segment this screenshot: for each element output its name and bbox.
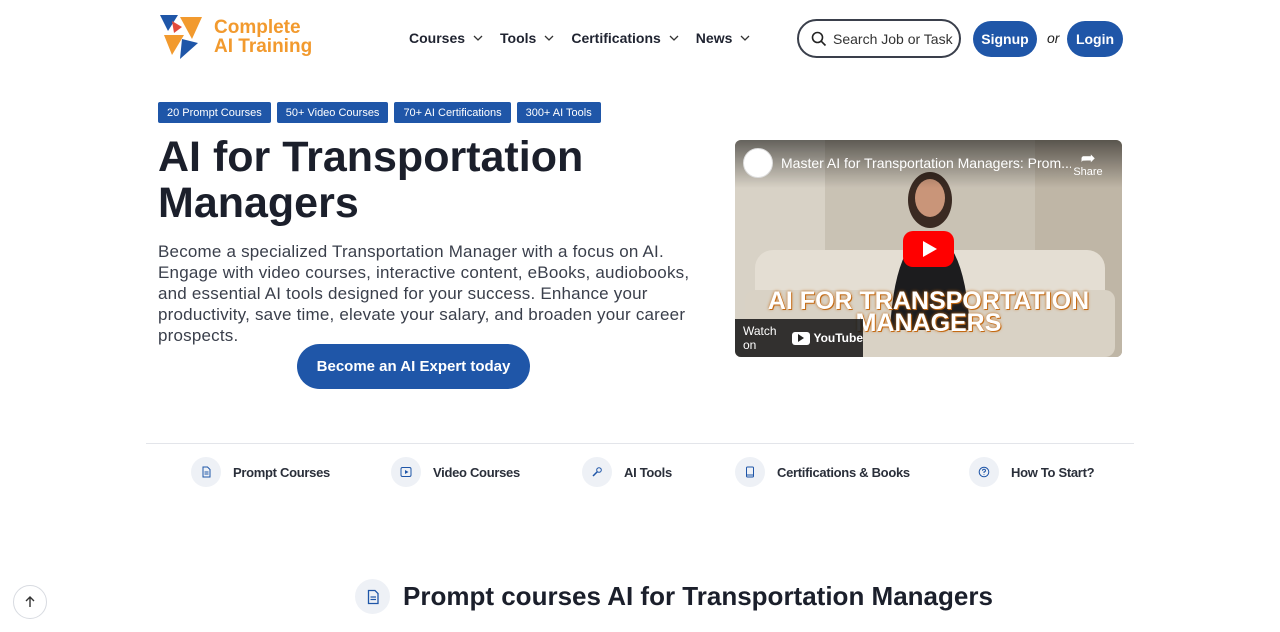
brand-logo[interactable]: Complete AI Training (158, 13, 312, 61)
tag-ai-tools[interactable]: 300+ AI Tools (516, 102, 601, 123)
share-icon: ➦ (1080, 148, 1096, 168)
play-icon (391, 457, 421, 487)
search-icon (811, 31, 827, 46)
nav-certifications-label: Certifications (571, 30, 661, 46)
search-input[interactable] (833, 30, 953, 47)
arrow-up-icon (25, 596, 35, 607)
main-nav: Courses Tools Certifications News (409, 30, 767, 46)
quick-link-how-to-start[interactable]: How To Start? (969, 457, 1095, 487)
tag-prompt-courses[interactable]: 20 Prompt Courses (158, 102, 271, 123)
quick-link-label: Certifications & Books (777, 464, 910, 480)
chevron-down-icon (473, 35, 483, 41)
quick-link-prompt-courses[interactable]: Prompt Courses (191, 457, 330, 487)
site-header: Complete AI Training Courses Tools Certi… (0, 0, 1280, 78)
watch-on-label: Watch on (743, 324, 777, 352)
quick-link-video-courses[interactable]: Video Courses (391, 457, 520, 487)
tag-video-courses[interactable]: 50+ Video Courses (276, 102, 389, 123)
feature-tags: 20 Prompt Courses 50+ Video Courses 70+ … (158, 102, 601, 123)
nav-courses[interactable]: Courses (409, 30, 483, 46)
signup-button[interactable]: Signup (973, 21, 1037, 57)
brand-line-1: Complete (214, 17, 301, 38)
nav-tools-label: Tools (500, 30, 537, 46)
chevron-down-icon (669, 35, 679, 41)
become-expert-button[interactable]: Become an AI Expert today (297, 344, 530, 389)
tag-certifications[interactable]: 70+ AI Certifications (394, 102, 511, 123)
section-title: Prompt courses AI for Transportation Man… (403, 581, 993, 611)
hero-description: Become a specialized Transportation Mana… (158, 242, 690, 345)
search-box[interactable] (797, 19, 961, 58)
quick-link-label: Prompt Courses (233, 464, 330, 480)
youtube-logo: YouTube (792, 331, 863, 345)
quick-link-ai-tools[interactable]: AI Tools (582, 457, 672, 487)
section-divider (146, 443, 1134, 444)
quick-link-label: AI Tools (624, 464, 672, 480)
watch-on-youtube[interactable]: Watch on YouTube (735, 319, 863, 357)
brand-name: Complete AI Training (214, 18, 312, 56)
nav-news[interactable]: News (696, 30, 751, 46)
channel-avatar[interactable] (743, 148, 773, 178)
nav-certifications[interactable]: Certifications (571, 30, 679, 46)
quick-link-label: Video Courses (433, 464, 520, 480)
quick-link-certifications-books[interactable]: Certifications & Books (735, 457, 910, 487)
video-player[interactable]: Master AI for Transportation Managers: P… (735, 140, 1122, 357)
help-icon (969, 457, 999, 487)
quick-link-label: How To Start? (1011, 464, 1095, 480)
youtube-icon (792, 331, 811, 345)
video-title[interactable]: Master AI for Transportation Managers: P… (781, 155, 1071, 171)
play-icon (923, 241, 937, 257)
document-icon (355, 579, 390, 614)
share-button[interactable]: ➦ Share (1073, 148, 1103, 178)
share-label: Share (1073, 166, 1103, 178)
brand-line-2: AI Training (214, 36, 313, 57)
nav-courses-label: Courses (409, 30, 466, 46)
wrench-icon (582, 457, 612, 487)
document-icon (191, 457, 221, 487)
chevron-down-icon (544, 35, 554, 41)
nav-news-label: News (695, 30, 733, 46)
or-separator: or (1047, 30, 1060, 46)
logo-mark-icon (160, 15, 202, 59)
nav-tools[interactable]: Tools (500, 30, 554, 46)
page-title: AI for Transportation Managers (158, 133, 584, 227)
login-button[interactable]: Login (1067, 21, 1123, 57)
play-button[interactable] (903, 231, 954, 267)
chevron-down-icon (740, 35, 750, 41)
back-to-top-button[interactable] (13, 585, 47, 619)
book-icon (735, 457, 765, 487)
youtube-label: YouTube (813, 331, 863, 345)
